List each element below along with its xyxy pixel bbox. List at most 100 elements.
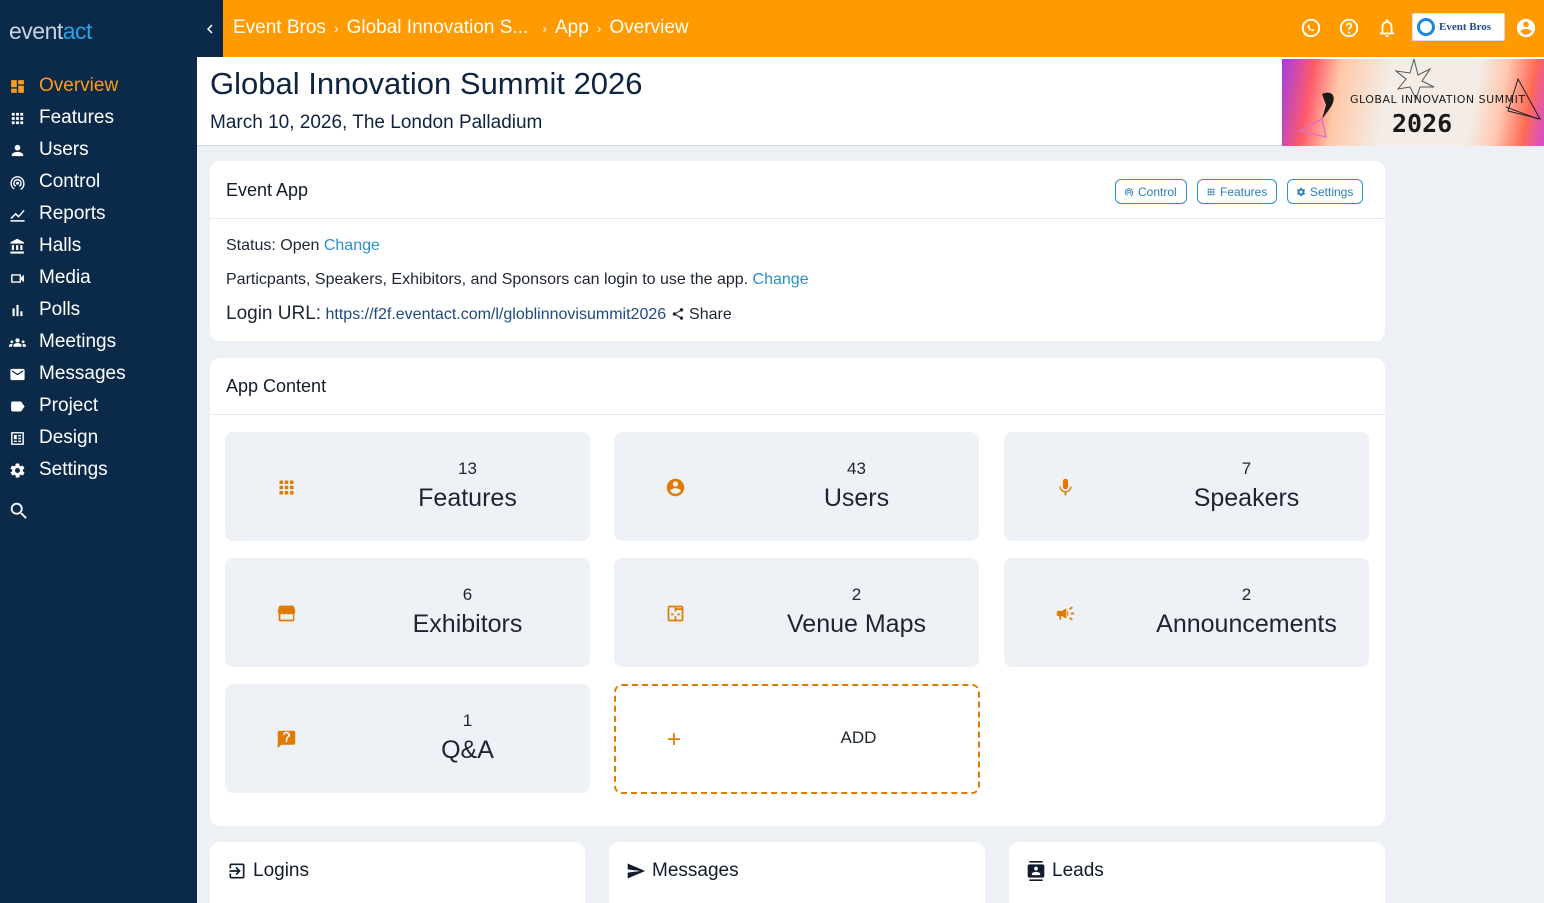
login-url-line: Login URL: https://f2f.eventact.com/l/gl…	[226, 303, 732, 325]
eventact-logo[interactable]: eventact	[9, 18, 92, 45]
content-tile-exhibitors[interactable]: 6 Exhibitors	[225, 558, 590, 667]
portrait-icon	[8, 429, 26, 447]
content-tile-venue-maps[interactable]: 2 Venue Maps	[614, 558, 979, 667]
features-button[interactable]: Features	[1197, 179, 1278, 204]
group-icon	[8, 333, 26, 351]
control-button[interactable]: Control	[1115, 179, 1187, 204]
logins-card-header: Logins	[227, 860, 309, 882]
messages-card: Messages	[609, 842, 985, 903]
account-icon[interactable]	[1515, 17, 1537, 39]
share-icon	[672, 308, 683, 320]
label-icon	[8, 397, 26, 415]
sidebar-item-label: Overview	[39, 75, 119, 96]
content-tile-qa[interactable]: 1 Q&A	[225, 684, 590, 793]
sidebar-item-features[interactable]: Features	[0, 102, 197, 134]
sidebar-item-polls[interactable]: Polls	[0, 294, 197, 326]
apps-grid-icon	[8, 109, 26, 127]
sidebar-item-media[interactable]: Media	[0, 262, 197, 294]
features-button-label: Features	[1220, 184, 1268, 199]
logins-card: Logins	[210, 842, 585, 903]
sidebar-item-design[interactable]: Design	[0, 422, 197, 454]
add-content-label: ADD	[840, 728, 877, 747]
help-icon[interactable]	[1338, 17, 1360, 39]
sidebar-item-users[interactable]: Users	[0, 134, 197, 166]
breadcrumb-item: Overview	[609, 17, 689, 38]
tile-count: 7	[1241, 459, 1252, 478]
tile-count: 13	[458, 459, 477, 478]
sidebar-item-label: Settings	[39, 459, 108, 480]
sidebar-item-meetings[interactable]: Meetings	[0, 326, 197, 358]
breadcrumb-item[interactable]: Global Innovation S...	[347, 17, 529, 39]
login-url-link[interactable]: https://f2f.eventact.com/l/globlinnovisu…	[326, 306, 667, 323]
sidebar-item-label: Project	[39, 395, 99, 416]
content-tile-users[interactable]: 43 Users	[614, 432, 979, 541]
person-icon	[8, 141, 26, 159]
logins-card-title: Logins	[253, 860, 309, 881]
login-url-label: Login URL:	[226, 303, 322, 324]
share-button[interactable]: Share	[671, 306, 732, 323]
messages-card-header: Messages	[626, 860, 739, 882]
tile-label: Announcements	[1156, 610, 1337, 638]
sidebar-item-project[interactable]: Project	[0, 390, 197, 422]
send-icon	[627, 863, 646, 879]
sidebar-item-label: Features	[39, 107, 114, 128]
apps-grid-icon	[1207, 188, 1215, 195]
tile-count: 6	[462, 585, 473, 604]
search-icon[interactable]	[8, 500, 30, 522]
tile-label: Speakers	[1193, 484, 1300, 512]
sidebar-item-label: Users	[39, 139, 89, 160]
app-access-text: Particpants, Speakers, Exhibitors, and S…	[226, 271, 749, 288]
sidebar-item-settings[interactable]: Settings	[0, 454, 197, 486]
video-camera-icon	[8, 269, 26, 287]
tile-count: 43	[847, 459, 866, 478]
tile-label: Q&A	[441, 736, 494, 764]
tile-count: 2	[851, 585, 862, 604]
sidebar-item-label: Messages	[39, 363, 126, 384]
sidebar-item-control[interactable]: Control	[0, 166, 197, 198]
breadcrumb: Event Bros › Global Innovation S... › Ap…	[233, 17, 689, 39]
collapse-sidebar-button[interactable]	[197, 0, 223, 57]
leads-card-title: Leads	[1052, 860, 1104, 881]
sidebar-item-overview[interactable]: Overview	[0, 70, 197, 102]
control-button-label: Control	[1138, 184, 1177, 199]
change-status-link[interactable]: Change	[324, 237, 380, 254]
banner-caption: GLOBAL INNOVATION SUMMIT	[1350, 93, 1526, 106]
content-tile-announcements[interactable]: 2 Announcements	[1004, 558, 1369, 667]
tile-label: Venue Maps	[787, 610, 926, 638]
logo-text-event: event	[9, 18, 63, 44]
tile-count: 1	[462, 711, 473, 730]
content-tile-speakers[interactable]: 7 Speakers	[1004, 432, 1369, 541]
event-date-venue: March 10, 2026, The London Palladium	[210, 112, 543, 133]
divider	[210, 218, 1385, 219]
sidebar-item-label: Polls	[39, 299, 81, 320]
add-content-button[interactable]: + ADD	[614, 684, 980, 794]
breadcrumb-separator: ›	[596, 20, 602, 36]
settings-button[interactable]: Settings	[1287, 179, 1364, 204]
breadcrumb-item[interactable]: App	[555, 17, 589, 39]
share-label: Share	[689, 306, 732, 323]
whatsapp-icon[interactable]	[1300, 17, 1322, 39]
organization-name: Event Bros	[1439, 21, 1492, 33]
event-banner-image: GLOBAL INNOVATION SUMMIT 2026	[1282, 59, 1544, 146]
event-app-card: Event App Control Features Settings Stat…	[210, 161, 1385, 341]
tile-label: Users	[823, 484, 890, 512]
topbar: Event Bros › Global Innovation S... › Ap…	[197, 0, 1544, 57]
sidebar-item-label: Meetings	[39, 331, 117, 352]
line-chart-icon	[8, 205, 26, 223]
bell-icon[interactable]	[1376, 17, 1398, 39]
sidebar-item-halls[interactable]: Halls	[0, 230, 197, 262]
content-tile-features[interactable]: 13 Features	[225, 432, 590, 541]
sidebar-item-label: Reports	[39, 203, 106, 224]
sidebar-item-reports[interactable]: Reports	[0, 198, 197, 230]
breadcrumb-item[interactable]: Event Bros	[233, 17, 326, 39]
organization-switcher[interactable]: Event Bros	[1412, 13, 1505, 41]
chevron-left-icon	[207, 24, 213, 33]
sidebar-item-label: Control	[39, 171, 101, 192]
organization-logo-icon	[1417, 18, 1435, 36]
sidebar-item-messages[interactable]: Messages	[0, 358, 197, 390]
breadcrumb-separator: ›	[333, 20, 339, 36]
gear-icon	[1296, 187, 1306, 196]
change-access-link[interactable]: Change	[753, 271, 809, 288]
banner-year: 2026	[1392, 109, 1453, 138]
sidebar-item-label: Halls	[39, 235, 82, 256]
